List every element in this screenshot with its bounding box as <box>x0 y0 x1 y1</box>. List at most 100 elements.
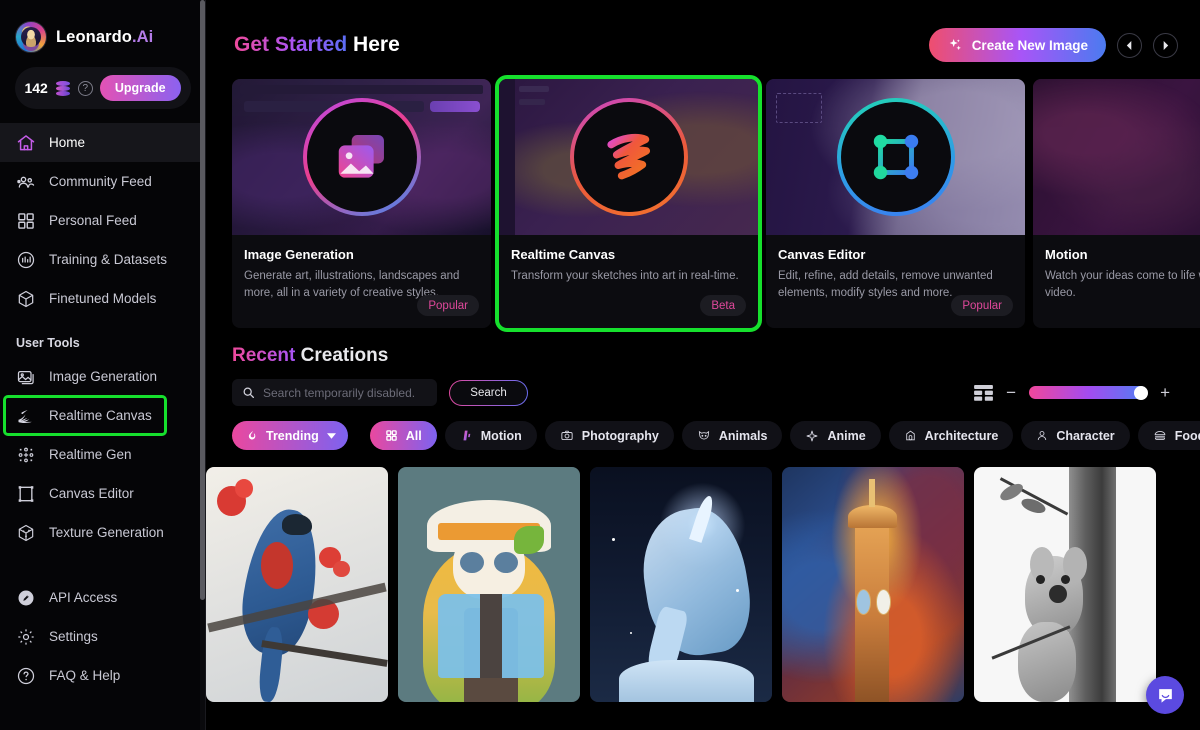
sidebar-item-label: FAQ & Help <box>49 667 121 683</box>
feature-card-title: Motion <box>1045 247 1088 262</box>
cube-icon <box>16 289 36 309</box>
sidebar-item-personal-feed[interactable]: Personal Feed <box>0 201 205 240</box>
grid-icon <box>385 429 398 442</box>
chip-animals[interactable]: Animals <box>681 421 783 450</box>
gear-icon <box>16 627 36 647</box>
search-icon <box>242 386 255 399</box>
sparkles-icon <box>947 37 963 53</box>
sidebar-item-finetuned-models[interactable]: Finetuned Models <box>0 279 205 318</box>
feature-card-image-generation[interactable]: Image Generation Generate art, illustrat… <box>232 79 491 328</box>
chip-all[interactable]: All <box>369 421 437 450</box>
recent-title-plain: Creations <box>300 345 389 366</box>
chip-anime[interactable]: Anime <box>790 421 881 450</box>
feature-card-body: Image Generation Generate art, illustrat… <box>232 235 491 302</box>
camera-icon <box>560 429 574 442</box>
realtime-gen-icon <box>16 445 36 465</box>
search-input[interactable] <box>263 385 427 400</box>
cat-icon <box>697 429 711 442</box>
community-icon <box>16 172 36 192</box>
image-icon <box>16 367 36 387</box>
chip-food[interactable]: Food <box>1137 421 1200 450</box>
search-box[interactable] <box>232 379 437 406</box>
feature-card-realtime-canvas[interactable]: Realtime Canvas Transform your sketches … <box>495 75 762 332</box>
feature-cards-strip: Image Generation Generate art, illustrat… <box>232 75 1200 332</box>
chip-label: Food <box>1174 428 1200 443</box>
secondary-nav: API Access Settings FAQ & Help <box>0 578 205 695</box>
main-content: Get Started Here Create New Image Image … <box>206 0 1200 730</box>
coins-icon <box>55 80 71 96</box>
training-icon <box>16 250 36 270</box>
sidebar-item-realtime-canvas[interactable]: Realtime Canvas <box>3 395 167 436</box>
realtime-canvas-icon <box>16 406 36 426</box>
grid-view-icon[interactable] <box>974 384 994 401</box>
gallery-item[interactable] <box>974 467 1156 702</box>
flame-icon <box>247 429 258 442</box>
search-group: Search <box>232 379 528 406</box>
page-title-plain: Here <box>353 33 400 56</box>
sidebar-item-image-generation[interactable]: Image Generation <box>0 357 205 396</box>
brush-stroke-icon <box>569 98 688 216</box>
sidebar-item-label: Realtime Gen <box>49 446 132 462</box>
slider-knob[interactable] <box>1134 385 1149 400</box>
chip-trending[interactable]: Trending <box>232 421 348 450</box>
gallery-item[interactable] <box>206 467 388 702</box>
brand[interactable]: Leonardo.Ai <box>0 0 205 53</box>
question-circle-icon <box>16 666 36 686</box>
motion-icon <box>460 429 473 442</box>
carousel-next-button[interactable] <box>1153 32 1178 58</box>
app-root: Leonardo.Ai 142 ? Upgrade Home Community… <box>0 0 1200 730</box>
gallery-item[interactable] <box>782 467 964 702</box>
chip-label: Character <box>1056 428 1115 443</box>
create-new-image-button[interactable]: Create New Image <box>928 28 1106 62</box>
recent-title-accent: Recent <box>232 345 296 366</box>
sidebar-item-training-datasets[interactable]: Training & Datasets <box>0 240 205 279</box>
recent-creations-gallery <box>206 450 1200 702</box>
canvas-editor-icon <box>16 484 36 504</box>
feature-cards-carousel: Image Generation Generate art, illustrat… <box>206 75 1200 332</box>
chevron-left-icon <box>1125 40 1134 51</box>
person-icon <box>1036 429 1048 442</box>
feature-card-motion[interactable]: Motion Watch your ideas come to life wit… <box>1033 79 1200 328</box>
sidebar-item-canvas-editor[interactable]: Canvas Editor <box>0 474 205 513</box>
sidebar-item-home[interactable]: Home <box>0 123 205 162</box>
carousel-prev-button[interactable] <box>1117 32 1142 58</box>
sidebar-item-label: API Access <box>49 589 118 605</box>
sidebar-item-settings[interactable]: Settings <box>0 617 205 656</box>
gallery-item[interactable] <box>590 467 772 702</box>
burger-icon <box>1153 429 1167 442</box>
credits-pill[interactable]: 142 ? Upgrade <box>14 67 191 109</box>
chip-label: Architecture <box>924 428 999 443</box>
credits-count: 142 <box>24 80 48 96</box>
chip-photography[interactable]: Photography <box>544 421 674 450</box>
primary-nav: Home Community Feed Personal Feed Traini… <box>0 123 205 318</box>
sidebar-scrollbar-thumb[interactable] <box>200 0 205 600</box>
chip-motion[interactable]: Motion <box>444 421 537 450</box>
question-circle-icon[interactable]: ? <box>77 80 93 96</box>
user-tools-nav: Image Generation Realtime Canvas Realtim… <box>0 357 205 552</box>
feature-card-body: Motion Watch your ideas come to life wit… <box>1033 235 1200 302</box>
sidebar-item-label: Canvas Editor <box>49 485 134 501</box>
sidebar-item-faq-help[interactable]: FAQ & Help <box>0 656 205 695</box>
sidebar-item-label: Realtime Canvas <box>49 407 152 423</box>
sidebar-item-texture-generation[interactable]: Texture Generation <box>0 513 205 552</box>
feature-card-canvas-editor[interactable]: Canvas Editor Edit, refine, add details,… <box>766 79 1025 328</box>
sidebar-section-title: User Tools <box>16 336 80 350</box>
intercom-chat-button[interactable] <box>1146 676 1184 714</box>
sidebar-item-label: Image Generation <box>49 368 158 384</box>
chip-architecture[interactable]: Architecture <box>888 421 1014 450</box>
thumbnail-size-slider[interactable] <box>1029 385 1149 400</box>
building-icon <box>904 429 917 442</box>
bounding-box-icon <box>836 98 955 216</box>
zoom-out-button[interactable]: − <box>1006 384 1016 401</box>
home-icon <box>16 133 36 153</box>
upgrade-button[interactable]: Upgrade <box>99 75 181 101</box>
sidebar-item-api-access[interactable]: API Access <box>0 578 205 617</box>
sidebar-item-label: Finetuned Models <box>49 290 157 306</box>
zoom-in-button[interactable]: + <box>1160 384 1170 401</box>
sidebar-item-realtime-gen[interactable]: Realtime Gen <box>0 435 205 474</box>
search-button[interactable]: Search <box>449 380 528 406</box>
sidebar-item-community-feed[interactable]: Community Feed <box>0 162 205 201</box>
chip-character[interactable]: Character <box>1021 421 1130 450</box>
gallery-item[interactable] <box>398 467 580 702</box>
sidebar-scrollbar[interactable] <box>200 0 205 730</box>
